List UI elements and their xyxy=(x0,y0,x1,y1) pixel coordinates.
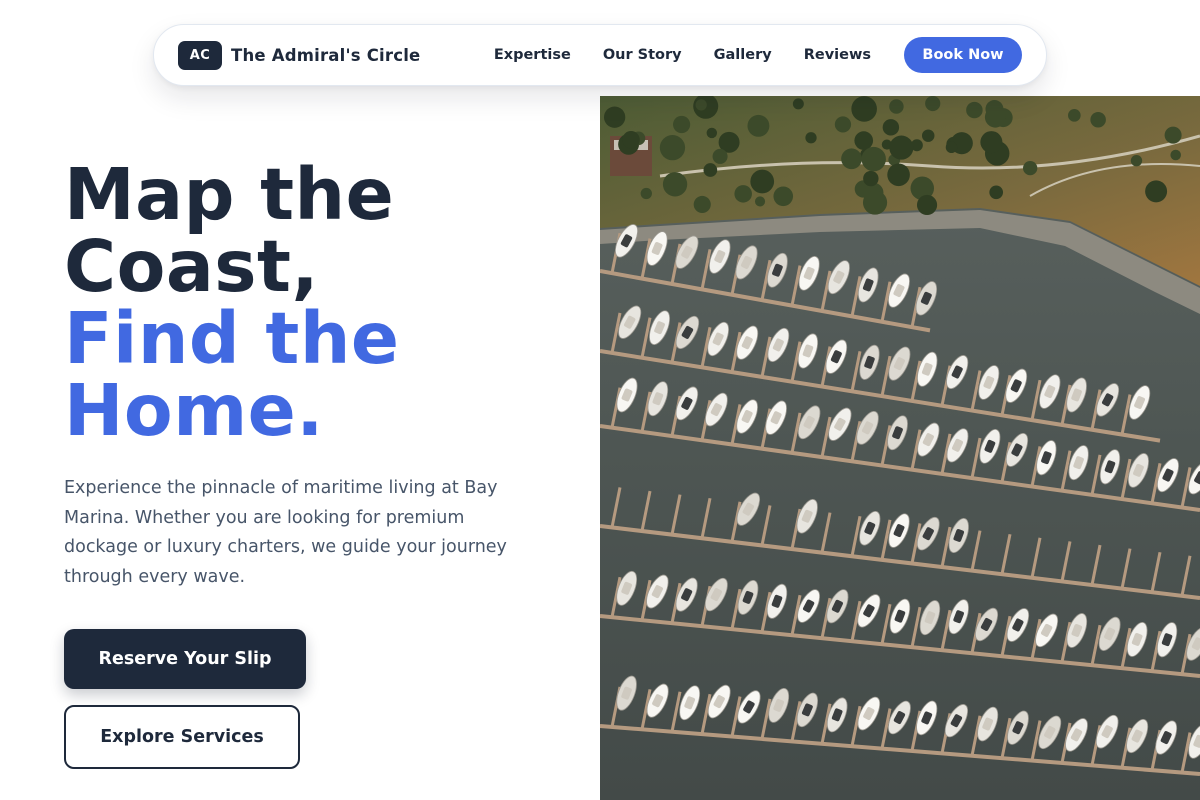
navbar: AC The Admiral's Circle Expertise Our St… xyxy=(153,24,1047,86)
tree xyxy=(1023,160,1038,176)
tree xyxy=(1170,149,1181,161)
tree xyxy=(622,131,640,149)
tree xyxy=(863,170,879,187)
tree xyxy=(805,132,817,144)
tree xyxy=(834,116,852,133)
tree xyxy=(703,163,718,177)
tree xyxy=(747,114,770,137)
tree xyxy=(712,148,728,164)
tree xyxy=(925,96,941,112)
tree xyxy=(706,127,718,139)
tree xyxy=(603,106,626,128)
explore-services-button[interactable]: Explore Services xyxy=(64,705,300,769)
tree xyxy=(861,146,886,172)
nav-link-reviews[interactable]: Reviews xyxy=(804,47,871,63)
headline-line-2: Coast, xyxy=(64,225,319,308)
tree xyxy=(662,172,688,197)
tree xyxy=(640,187,652,200)
tree xyxy=(792,98,804,110)
tree xyxy=(750,169,775,194)
nav-link-gallery[interactable]: Gallery xyxy=(714,47,772,63)
marina-illustration xyxy=(600,96,1200,800)
tree xyxy=(984,106,1006,128)
tree xyxy=(889,135,914,160)
tree xyxy=(854,131,874,150)
tree xyxy=(989,185,1004,200)
brand-name: The Admiral's Circle xyxy=(231,45,421,65)
nav-link-our-story[interactable]: Our Story xyxy=(603,47,682,63)
tree xyxy=(695,99,707,111)
tree xyxy=(734,185,752,203)
tree xyxy=(887,163,910,187)
logo-badge: AC xyxy=(178,40,222,70)
hero-headline: Map the Coast, Find the Home. xyxy=(64,159,584,447)
tree xyxy=(1068,109,1081,122)
tree xyxy=(693,195,711,214)
tree xyxy=(1164,126,1182,144)
tree xyxy=(1090,111,1106,128)
tree xyxy=(966,101,983,119)
tree xyxy=(1130,155,1143,167)
tree xyxy=(1145,180,1168,203)
headline-line-1: Map the xyxy=(64,153,395,236)
tree xyxy=(673,115,691,134)
tree xyxy=(916,194,938,216)
marina-aerial-image xyxy=(600,96,1200,800)
tree xyxy=(754,196,766,207)
nav-links: Expertise Our Story Gallery Reviews xyxy=(494,47,871,63)
hero-description: Experience the pinnacle of maritime livi… xyxy=(64,478,507,587)
tree xyxy=(945,141,958,154)
brand-logo[interactable]: AC The Admiral's Circle xyxy=(178,40,421,70)
tree xyxy=(889,99,904,114)
reserve-slip-button[interactable]: Reserve Your Slip xyxy=(64,629,306,689)
headline-line-4: Home. xyxy=(64,369,324,452)
tree xyxy=(659,134,686,161)
nav-link-expertise[interactable]: Expertise xyxy=(494,47,571,63)
book-now-button[interactable]: Book Now xyxy=(904,37,1022,73)
headline-line-3: Find the xyxy=(64,297,400,380)
tree xyxy=(862,190,888,215)
tree xyxy=(882,119,900,136)
tree xyxy=(980,131,1003,154)
tree xyxy=(841,148,862,170)
tree xyxy=(922,129,935,142)
tree xyxy=(773,186,794,207)
tree xyxy=(851,96,877,122)
